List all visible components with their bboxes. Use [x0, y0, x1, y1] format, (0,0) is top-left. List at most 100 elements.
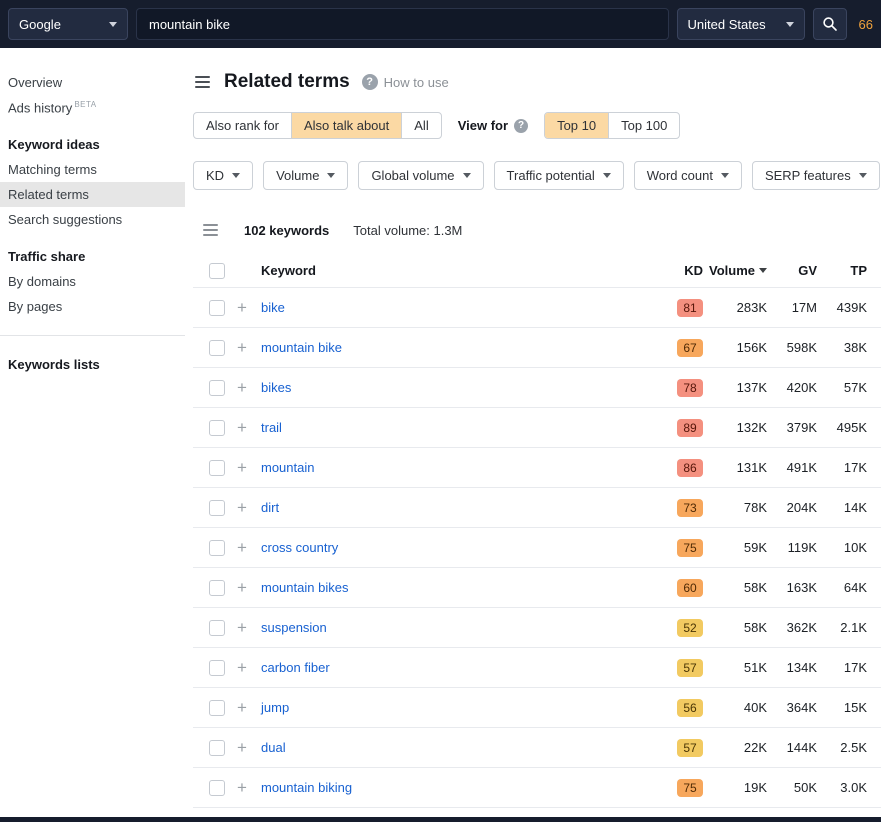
column-header-volume[interactable]: Volume: [703, 263, 767, 278]
keyword-link[interactable]: mountain bikes: [261, 580, 348, 595]
table-row: +trail89132K379K495K: [193, 408, 881, 448]
table-summary-row: 102 keywords Total volume: 1.3M: [193, 220, 881, 240]
keyword-link[interactable]: dirt: [261, 500, 279, 515]
sidebar-divider: [0, 335, 185, 336]
row-checkbox[interactable]: [209, 660, 225, 676]
search-button[interactable]: [813, 8, 847, 40]
report-menu-icon[interactable]: [193, 72, 212, 92]
filter-top-10[interactable]: Top 10: [545, 113, 608, 138]
sidebar-item-related-terms[interactable]: Related terms: [0, 182, 185, 207]
keyword-link[interactable]: carbon fiber: [261, 660, 330, 675]
add-to-list-icon[interactable]: +: [237, 298, 247, 317]
kd-badge: 56: [677, 699, 703, 717]
add-to-list-icon[interactable]: +: [237, 578, 247, 597]
how-to-use-link[interactable]: ? How to use: [362, 74, 449, 90]
table-row: +bike81283K17M439K: [193, 288, 881, 328]
row-checkbox[interactable]: [209, 580, 225, 596]
add-to-list-icon[interactable]: +: [237, 658, 247, 677]
table-options-icon[interactable]: [201, 220, 220, 240]
chevron-down-icon: [859, 173, 867, 178]
select-all-checkbox[interactable]: [209, 263, 225, 279]
tp-value: 38K: [817, 340, 881, 355]
row-checkbox[interactable]: [209, 540, 225, 556]
gv-value: 17M: [767, 300, 817, 315]
keyword-link[interactable]: mountain: [261, 460, 314, 475]
search-engine-select[interactable]: Google: [8, 8, 128, 40]
kd-filter-dropdown[interactable]: KD: [193, 161, 253, 190]
country-label: United States: [688, 17, 766, 32]
column-header-gv[interactable]: GV: [767, 263, 817, 278]
keyword-link[interactable]: bikes: [261, 380, 291, 395]
row-checkbox[interactable]: [209, 700, 225, 716]
row-checkbox[interactable]: [209, 500, 225, 516]
add-to-list-icon[interactable]: +: [237, 738, 247, 757]
row-checkbox[interactable]: [209, 340, 225, 356]
volume-filter-dropdown[interactable]: Volume: [263, 161, 348, 190]
row-checkbox[interactable]: [209, 460, 225, 476]
add-to-list-icon[interactable]: +: [237, 538, 247, 557]
volume-value: 22K: [703, 740, 767, 755]
add-to-list-icon[interactable]: +: [237, 778, 247, 797]
help-icon: ?: [362, 74, 378, 90]
filter-all[interactable]: All: [401, 113, 440, 138]
keyword-table: Keyword KD Volume GV TP +bike81283K17M43…: [193, 254, 881, 808]
row-checkbox[interactable]: [209, 420, 225, 436]
filter-top-100[interactable]: Top 100: [608, 113, 679, 138]
bottom-bar: [0, 817, 881, 822]
keyword-search-input[interactable]: [136, 8, 669, 40]
word-count-filter-dropdown[interactable]: Word count: [634, 161, 742, 190]
row-checkbox[interactable]: [209, 300, 225, 316]
add-to-list-icon[interactable]: +: [237, 338, 247, 357]
row-checkbox[interactable]: [209, 780, 225, 796]
sidebar-item-by-domains[interactable]: By domains: [0, 269, 185, 294]
add-to-list-icon[interactable]: +: [237, 458, 247, 477]
gv-value: 364K: [767, 700, 817, 715]
table-row: +dual5722K144K2.5K: [193, 728, 881, 768]
add-to-list-icon[interactable]: +: [237, 698, 247, 717]
row-checkbox[interactable]: [209, 380, 225, 396]
gv-value: 134K: [767, 660, 817, 675]
volume-value: 40K: [703, 700, 767, 715]
kd-badge: 89: [677, 419, 703, 437]
add-to-list-icon[interactable]: +: [237, 418, 247, 437]
table-row: +jump5640K364K15K: [193, 688, 881, 728]
row-checkbox[interactable]: [209, 740, 225, 756]
keyword-link[interactable]: trail: [261, 420, 282, 435]
sidebar-item-overview[interactable]: Overview: [0, 70, 185, 95]
filter-also-talk-about[interactable]: Also talk about: [291, 113, 401, 138]
sidebar-item-matching-terms[interactable]: Matching terms: [0, 157, 185, 182]
sidebar-item-search-suggestions[interactable]: Search suggestions: [0, 207, 185, 232]
gv-value: 362K: [767, 620, 817, 635]
serp-features-filter-dropdown[interactable]: SERP features: [752, 161, 880, 190]
credits-counter: 66: [859, 17, 873, 32]
column-header-tp[interactable]: TP: [817, 263, 881, 278]
add-to-list-icon[interactable]: +: [237, 618, 247, 637]
gv-value: 50K: [767, 780, 817, 795]
gv-value: 119K: [767, 540, 817, 555]
global-volume-filter-dropdown[interactable]: Global volume: [358, 161, 483, 190]
add-to-list-icon[interactable]: +: [237, 378, 247, 397]
sidebar-item-ads-history[interactable]: Ads historyBETA: [0, 95, 185, 120]
volume-value: 51K: [703, 660, 767, 675]
column-header-kd[interactable]: KD: [647, 263, 703, 278]
keyword-link[interactable]: bike: [261, 300, 285, 315]
keyword-link[interactable]: mountain bike: [261, 340, 342, 355]
keyword-link[interactable]: mountain biking: [261, 780, 352, 795]
traffic-potential-filter-dropdown[interactable]: Traffic potential: [494, 161, 624, 190]
add-to-list-icon[interactable]: +: [237, 498, 247, 517]
keyword-link[interactable]: dual: [261, 740, 286, 755]
kd-badge: 75: [677, 539, 703, 557]
keyword-link[interactable]: jump: [261, 700, 289, 715]
tp-value: 2.1K: [817, 620, 881, 635]
column-header-keyword[interactable]: Keyword: [261, 263, 647, 278]
country-select[interactable]: United States: [677, 8, 805, 40]
tp-value: 10K: [817, 540, 881, 555]
keyword-link[interactable]: suspension: [261, 620, 327, 635]
filter-also-rank-for[interactable]: Also rank for: [194, 113, 291, 138]
sidebar-item-by-pages[interactable]: By pages: [0, 294, 185, 319]
volume-value: 78K: [703, 500, 767, 515]
table-row: +carbon fiber5751K134K17K: [193, 648, 881, 688]
keyword-link[interactable]: cross country: [261, 540, 338, 555]
row-checkbox[interactable]: [209, 620, 225, 636]
kd-badge: 57: [677, 739, 703, 757]
